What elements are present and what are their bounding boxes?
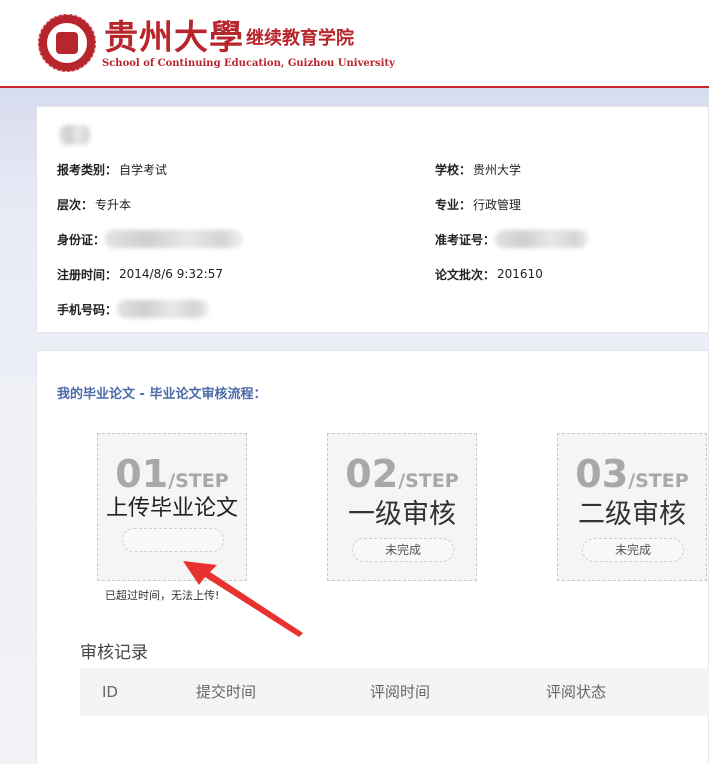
field-label: 注册时间： xyxy=(57,267,118,282)
column-header-review-time: 评阅时间 xyxy=(370,683,431,701)
field-value: 自学考试 xyxy=(119,162,168,177)
field-label: 身份证： xyxy=(57,232,106,247)
student-name-redacted xyxy=(59,125,91,145)
admission-number-redacted xyxy=(495,230,590,248)
review-records-table-header: ID 提交时间 评阅时间 评阅状态 xyxy=(80,668,709,716)
step-number-digits: 03 xyxy=(575,452,629,496)
seal-emblem-icon xyxy=(56,32,78,54)
process-title: 我的毕业论文 - 毕业论文审核流程： xyxy=(57,387,267,402)
step-number: 03/STEP xyxy=(558,452,706,496)
field-register-time: 注册时间： 2014/8/6 9:32:57 xyxy=(57,264,223,284)
step-status-badge: 未完成 xyxy=(352,538,454,562)
field-label: 准考证号： xyxy=(435,232,496,247)
review-records-title: 审核记录 xyxy=(80,643,148,663)
column-header-id: ID xyxy=(102,683,118,701)
field-admission-number: 准考证号： xyxy=(435,229,590,249)
field-label: 报考类别： xyxy=(57,162,118,177)
step-number-suffix: /STEP xyxy=(628,470,689,492)
step-name: 一级审核 xyxy=(348,499,456,530)
field-thesis-batch: 论文批次： 201610 xyxy=(435,264,543,284)
step-card-first-review: 02/STEP 一级审核 未完成 xyxy=(327,433,477,581)
step-number-suffix: /STEP xyxy=(168,470,229,492)
student-info-panel: 报考类别： 自学考试 层次： 专升本 身份证： 注册时间： 2014/8/6 9… xyxy=(36,106,709,333)
seal-inner xyxy=(45,21,89,65)
field-major: 专业： 行政管理 xyxy=(435,194,521,214)
field-label: 手机号码： xyxy=(57,302,118,317)
field-school: 学校： 贵州大学 xyxy=(435,159,521,179)
field-level: 层次： 专升本 xyxy=(57,194,131,214)
field-value: 专升本 xyxy=(95,197,132,212)
field-phone: 手机号码： xyxy=(57,299,210,319)
logo-english-name: School of Continuing Education, Guizhou … xyxy=(102,58,395,69)
id-card-redacted xyxy=(105,230,244,248)
field-label: 专业： xyxy=(435,197,472,212)
field-value: 2014/8/6 9:32:57 xyxy=(119,267,223,281)
column-header-submit-time: 提交时间 xyxy=(196,683,257,701)
logo-college-name: 继续教育学院 xyxy=(246,28,354,49)
site-header: 贵州大學 继续教育学院 School of Continuing Educati… xyxy=(0,0,709,88)
phone-redacted xyxy=(117,300,210,318)
step-number-suffix: /STEP xyxy=(398,470,459,492)
thesis-process-panel: 我的毕业论文 - 毕业论文审核流程： 01/STEP 上传毕业论文 已超过时间，… xyxy=(36,350,709,764)
step-name: 上传毕业论文 xyxy=(105,496,238,521)
logo-university-name: 贵州大學 xyxy=(104,18,244,58)
step-card-second-review: 03/STEP 二级审核 未完成 xyxy=(557,433,707,581)
field-value: 201610 xyxy=(497,267,543,281)
step-number: 02/STEP xyxy=(328,452,476,496)
field-label: 论文批次： xyxy=(435,267,496,282)
step-number-digits: 02 xyxy=(345,452,399,496)
field-label: 学校： xyxy=(435,162,472,177)
field-exam-type: 报考类别： 自学考试 xyxy=(57,159,167,179)
red-arrow-annotation-icon xyxy=(183,561,303,637)
step-name: 二级审核 xyxy=(578,499,686,530)
field-id-card: 身份证： xyxy=(57,229,244,249)
column-header-review-status: 评阅状态 xyxy=(546,683,607,701)
field-label: 层次： xyxy=(57,197,94,212)
field-value: 行政管理 xyxy=(473,197,522,212)
university-seal-logo xyxy=(38,14,96,72)
step-status-badge: 未完成 xyxy=(582,538,684,562)
field-value: 贵州大学 xyxy=(473,162,522,177)
